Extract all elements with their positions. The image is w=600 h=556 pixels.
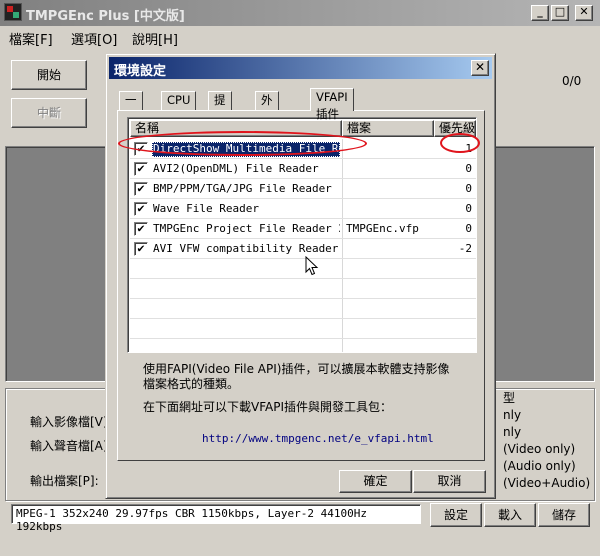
column-header-name[interactable]: 名稱 (130, 120, 342, 137)
plugin-row[interactable]: ✔ AVI2(OpenDML) File Reader 0 (130, 159, 476, 179)
maximize-button[interactable]: □ (551, 5, 569, 21)
plugin-name: TMPGEnc Project File Reader 2... (153, 222, 340, 235)
plugin-priority: 0 (465, 162, 472, 175)
vfapi-tab-panel: 名稱 檔案 優先級 ✔ DirectShow Multimedia File Re… (117, 110, 485, 461)
tab-vfapi-plugins[interactable]: VFAPI 插件 (310, 88, 354, 121)
vfapi-download-link[interactable]: http://www.tmpgenc.net/e_vfapi.html (202, 432, 434, 445)
empty-row (130, 299, 476, 319)
menu-help[interactable]: 說明[H] (132, 29, 178, 48)
start-button[interactable]: 開始 (11, 60, 87, 90)
plugin-row[interactable]: ✔ TMPGEnc Project File Reader 2... TMPGEnc… (130, 219, 476, 239)
description-line: 檔案格式的種類。 (143, 377, 240, 391)
tab-general[interactable]: 一般 (119, 91, 143, 124)
plugin-priority: 1 (465, 142, 472, 155)
settings-button[interactable]: 設定 (430, 503, 482, 527)
plugin-row[interactable]: ✔ Wave File Reader 0 (130, 199, 476, 219)
empty-row (130, 259, 476, 279)
plugin-name: BMP/PPM/TGA/JPG File Reader (153, 182, 332, 195)
plugin-enabled-checkbox[interactable]: ✔ (134, 182, 148, 196)
plugin-priority: 0 (465, 182, 472, 195)
column-header-file[interactable]: 檔案 (342, 120, 434, 137)
stream-type-option[interactable]: (Video+Audio) (503, 475, 590, 492)
stream-type-option[interactable]: (Video only) (503, 441, 590, 458)
plugin-enabled-checkbox[interactable]: ✔ (134, 222, 148, 236)
column-header-priority[interactable]: 優先級 (434, 120, 476, 137)
plugin-row[interactable]: ✔ AVI VFW compatibility Reader -2 (130, 239, 476, 259)
stream-type-option[interactable]: nly (503, 424, 590, 441)
plugin-name: Wave File Reader (153, 202, 259, 215)
dialog-titlebar: 環境設定 ✕ (109, 57, 492, 79)
tab-notification-sound[interactable]: 提示音 (208, 91, 232, 141)
plugin-priority: -2 (458, 242, 472, 255)
plugin-enabled-checkbox[interactable]: ✔ (134, 142, 148, 156)
plugin-enabled-checkbox[interactable]: ✔ (134, 202, 148, 216)
audio-file-label: 輸入聲音檔[A]: (30, 439, 112, 453)
load-button[interactable]: 載入 (484, 503, 536, 527)
menubar: 檔案[F] 選項[O] 說明[H] (0, 26, 600, 48)
plugin-row[interactable]: ✔ BMP/PPM/TGA/JPG File Reader 0 (130, 179, 476, 199)
video-file-label: 輸入影像檔[V]: (30, 415, 112, 429)
plugin-priority: 0 (465, 222, 472, 235)
stream-type-group: 型 nly nly (Video only) (Audio only) (Vid… (503, 390, 590, 492)
mouse-pointer-icon (305, 256, 319, 276)
minimize-button[interactable]: _ (531, 5, 549, 21)
close-button[interactable]: ✕ (575, 5, 593, 21)
plugin-file: TMPGEnc.vfp (346, 222, 419, 235)
cancel-button[interactable]: 取消 (413, 470, 486, 493)
main-titlebar: TMPGEnc Plus [中文版] _ □ ✕ (0, 0, 600, 26)
stop-button[interactable]: 中斷 (11, 98, 87, 128)
menu-options[interactable]: 選項[O] (71, 29, 117, 48)
vfapi-description: 使用FAPI(Video File API)插件，可以擴展本軟體支持影像 檔案格… (143, 362, 463, 392)
tmpgenc-app-icon (4, 3, 22, 21)
empty-row (130, 319, 476, 339)
stream-type-option[interactable]: (Audio only) (503, 458, 590, 475)
encode-settings-summary: MPEG-1 352x240 29.97fps CBR 1150kbps, La… (11, 504, 421, 533)
progress-count: 0/0 (562, 74, 582, 88)
plugin-name: AVI2(OpenDML) File Reader (153, 162, 319, 175)
environment-settings-dialog: 環境設定 ✕ 一般 CPU 提示音 外部工具 VFAPI 插件 名稱 檔案 優先… (105, 53, 496, 499)
ok-button[interactable]: 確定 (339, 470, 412, 493)
dialog-title: 環境設定 (114, 64, 167, 79)
tab-external-tools[interactable]: 外部工具 (255, 91, 279, 158)
empty-row (130, 279, 476, 299)
menu-file[interactable]: 檔案[F] (9, 29, 53, 48)
plugin-list[interactable]: 名稱 檔案 優先級 ✔ DirectShow Multimedia File Re… (127, 117, 477, 353)
description-line: 使用FAPI(Video File API)插件，可以擴展本軟體支持影像 (143, 362, 450, 376)
dialog-close-button[interactable]: ✕ (471, 60, 489, 76)
plugin-name: AVI VFW compatibility Reader (153, 242, 339, 255)
plugin-priority: 0 (465, 202, 472, 215)
download-hint: 在下面網址可以下載VFAPI插件與開發工具包： (143, 400, 392, 414)
tab-cpu[interactable]: CPU (161, 91, 197, 110)
stream-type-header: 型 (503, 391, 516, 405)
plugin-enabled-checkbox[interactable]: ✔ (134, 162, 148, 176)
stream-type-option[interactable]: nly (503, 407, 590, 424)
main-window-title: TMPGEnc Plus [中文版] (26, 9, 185, 24)
plugin-row[interactable]: ✔ DirectShow Multimedia File Re... 1 (130, 139, 476, 159)
save-button[interactable]: 儲存 (538, 503, 590, 527)
plugin-enabled-checkbox[interactable]: ✔ (134, 242, 148, 256)
plugin-name: DirectShow Multimedia File Re... (152, 142, 340, 157)
output-file-label: 輸出檔案[P]: (30, 474, 99, 488)
